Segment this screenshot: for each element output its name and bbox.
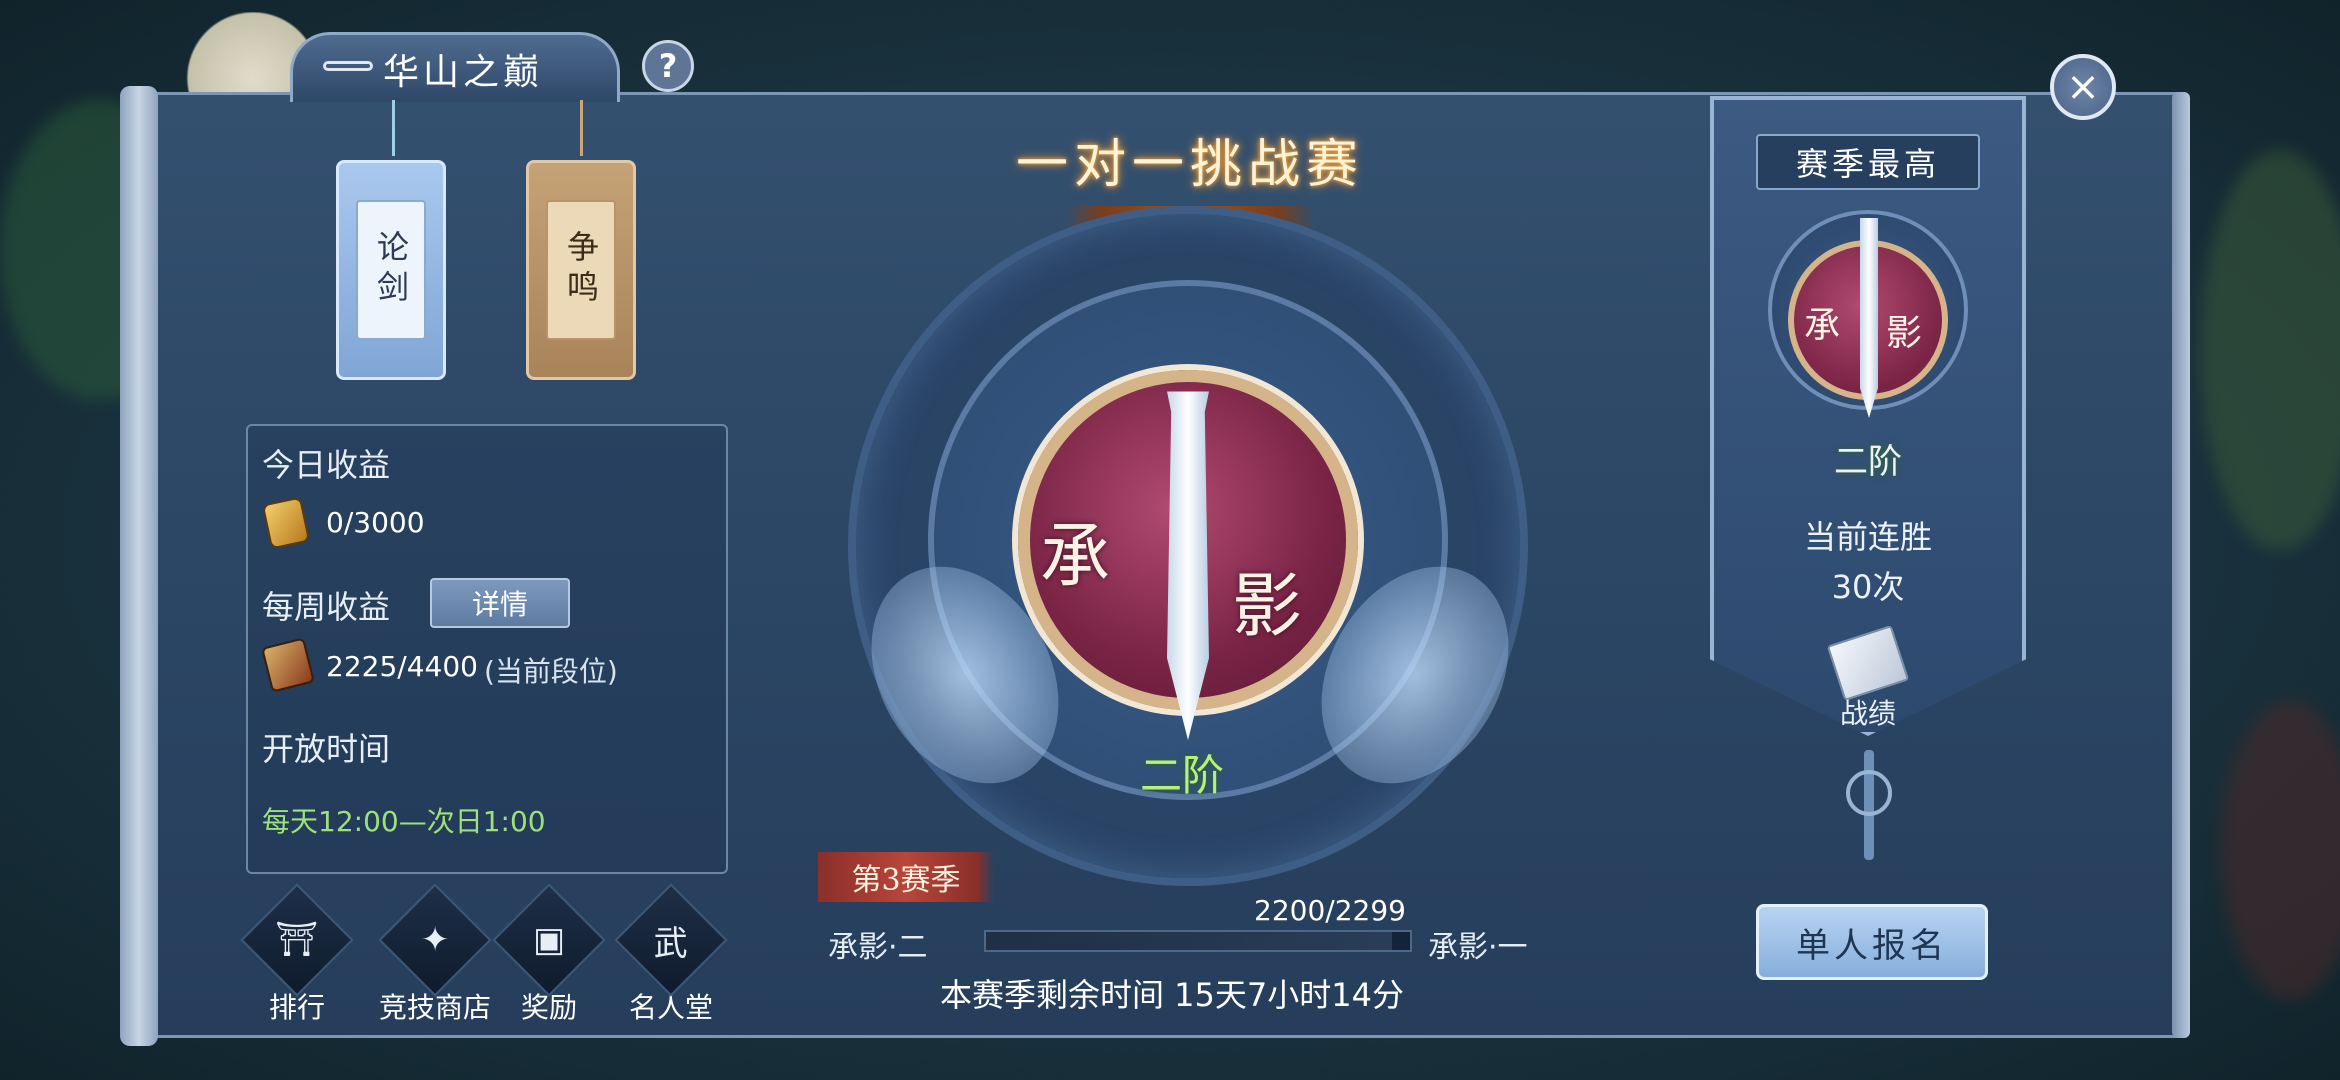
nav-ranking[interactable]: ⛩ 排行 bbox=[240, 883, 354, 1024]
tab-lunjian[interactable]: 论剑 bbox=[336, 160, 446, 380]
help-button[interactable]: ? bbox=[642, 40, 694, 92]
current-rank-tier: 二阶 bbox=[1140, 751, 1225, 800]
open-time-title: 开放时间 bbox=[262, 730, 391, 768]
sword-icon bbox=[1167, 391, 1209, 740]
nav-arena-shop[interactable]: ✦ 竞技商店 bbox=[370, 883, 500, 1024]
record-label[interactable]: 战绩 bbox=[1718, 692, 2018, 732]
progress-fill bbox=[986, 932, 1392, 950]
detail-button[interactable]: 详情 bbox=[430, 578, 570, 628]
page-title: 华山之巅 bbox=[383, 51, 544, 93]
open-time-value: 每天12:00—次日1:00 bbox=[262, 805, 546, 838]
tag-string bbox=[392, 100, 395, 156]
mini-emblem-char-right: 影 bbox=[1886, 313, 1923, 354]
emblem-char-right: 影 bbox=[1232, 565, 1302, 647]
tab-zhengming[interactable]: 争鸣 bbox=[526, 160, 636, 380]
progress-text: 2200/2299 bbox=[1254, 894, 1406, 927]
current-rank-label: 承影·二 bbox=[828, 930, 928, 965]
mode-title: 一对一挑战赛 bbox=[1015, 135, 1364, 195]
next-rank-label: 承影·一 bbox=[1428, 930, 1528, 965]
hall-plaque-icon: 武 bbox=[654, 923, 688, 964]
scroll-rod-left bbox=[120, 86, 158, 1046]
season-progress-bar bbox=[984, 930, 1412, 952]
weekly-income-note: (当前段位) bbox=[484, 655, 618, 688]
win-streak-title: 当前连胜 bbox=[1803, 518, 1932, 556]
chest-icon: ▣ bbox=[532, 920, 566, 960]
cloud-icon bbox=[323, 61, 373, 71]
win-streak-value: 30次 bbox=[1831, 568, 1905, 606]
tab-label: 争鸣 bbox=[546, 200, 616, 340]
title-tab: 华山之巅 bbox=[290, 32, 620, 102]
mini-emblem-char-left: 承 bbox=[1804, 305, 1841, 346]
weekly-income-title: 每周收益 bbox=[262, 588, 391, 626]
tab-label: 论剑 bbox=[356, 200, 426, 340]
nav-rewards[interactable]: ▣ 奖励 bbox=[492, 883, 606, 1024]
shop-bag-icon: ✦ bbox=[420, 920, 450, 960]
background-foliage bbox=[2200, 150, 2340, 550]
solo-signup-button[interactable]: 单人报名 bbox=[1756, 904, 1988, 980]
today-income-title: 今日收益 bbox=[262, 446, 391, 484]
weekly-income-value: 2225/4400 bbox=[326, 650, 478, 683]
emblem-char-left: 承 bbox=[1040, 515, 1110, 597]
season-best-rank: 二阶 bbox=[1834, 442, 1902, 482]
season-badge: 第3赛季 bbox=[818, 852, 994, 902]
nav-hall-of-fame[interactable]: 武 名人堂 bbox=[614, 883, 728, 1024]
sword-icon bbox=[1860, 218, 1878, 418]
tag-string bbox=[580, 100, 583, 156]
scroll-rod-right bbox=[2172, 92, 2190, 1038]
pavilion-icon: ⛩ bbox=[275, 919, 319, 960]
close-button[interactable]: × bbox=[2050, 54, 2116, 120]
background-foliage bbox=[2220, 700, 2340, 1000]
today-income-value: 0/3000 bbox=[326, 506, 425, 539]
season-best-title: 赛季最高 bbox=[1756, 134, 1980, 190]
season-remaining-time: 本赛季剩余时间 15天7小时14分 bbox=[940, 976, 1404, 1014]
knot-decoration bbox=[1846, 770, 1892, 816]
